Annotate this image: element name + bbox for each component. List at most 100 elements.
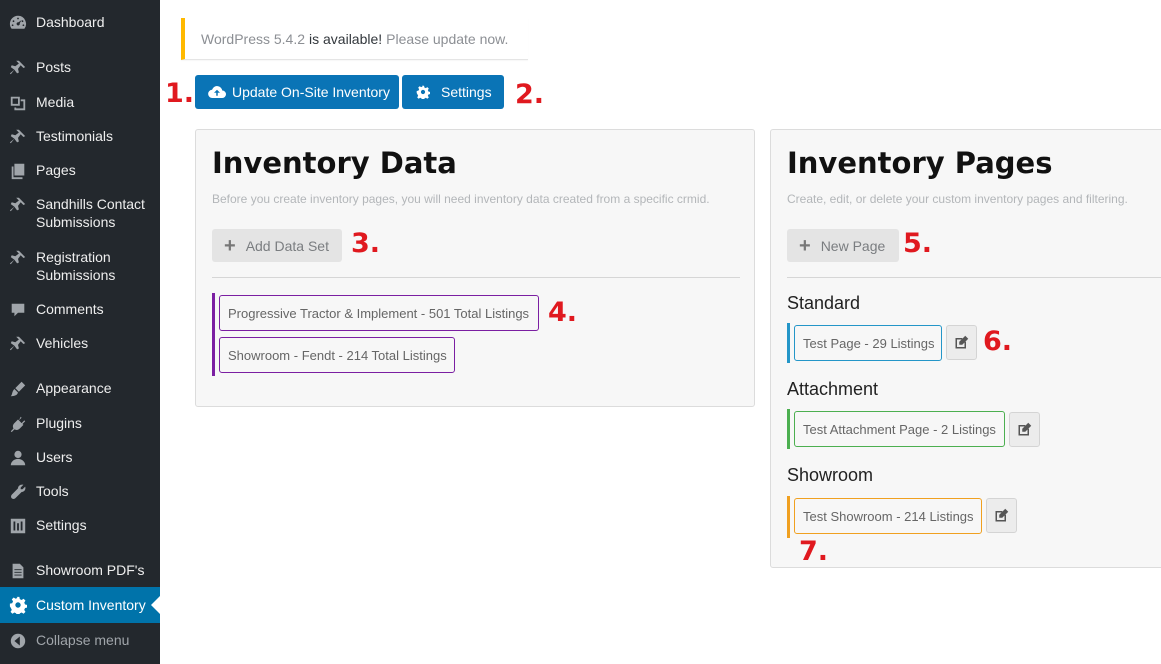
comment-icon	[0, 300, 36, 319]
plus-icon: +	[799, 234, 811, 257]
inventory-pages-description: Create, edit, or delete your custom inve…	[787, 192, 1128, 206]
sidebar-item-settings[interactable]: Settings	[0, 516, 160, 535]
sidebar-item-label: Comments	[36, 301, 104, 317]
divider	[212, 277, 740, 278]
sidebar-item-label: Sandhills Contact Submissions	[36, 196, 145, 230]
sidebar-item-label: Pages	[36, 162, 76, 178]
plus-icon: +	[224, 234, 236, 257]
sidebar-item-comments[interactable]: Comments	[0, 300, 160, 319]
inventory-data-description: Before you create inventory pages, you w…	[212, 192, 710, 206]
sidebar-item-registration[interactable]: Registration Submissions	[0, 248, 160, 284]
page-item-attachment[interactable]: Test Attachment Page - 2 Listings	[794, 411, 1005, 447]
step-marker-3: 3.	[351, 228, 381, 259]
plug-icon	[0, 414, 36, 433]
sidebar-item-appearance[interactable]: Appearance	[0, 379, 160, 398]
dataset-list-bar	[212, 293, 215, 376]
sidebar-item-label: Testimonials	[36, 128, 114, 144]
wrench-icon	[0, 482, 36, 501]
dataset-item[interactable]: Showroom - Fendt - 214 Total Listings	[219, 337, 455, 373]
sidebar-item-custom-inventory[interactable]: Custom Inventory	[0, 587, 160, 623]
page-item-standard[interactable]: Test Page - 29 Listings	[794, 325, 942, 361]
edit-page-button[interactable]	[986, 498, 1017, 533]
sidebar-item-posts[interactable]: Posts	[0, 58, 160, 77]
edit-icon	[1018, 422, 1032, 436]
sidebar-item-label: Posts	[36, 59, 72, 75]
inventory-data-title: Inventory Data	[212, 146, 457, 180]
brush-icon	[0, 379, 36, 398]
edit-page-button[interactable]	[1009, 412, 1040, 447]
sidebar-item-label: Custom Inventory	[36, 597, 146, 613]
update-notice: WordPress 5.4.2 is available! Please upd…	[181, 18, 528, 60]
cloud-upload-icon	[208, 86, 226, 99]
sidebar-item-label: Vehicles	[36, 335, 89, 351]
step-marker-7: 7.	[799, 536, 829, 567]
sidebar-item-media[interactable]: Media	[0, 93, 160, 112]
step-marker-2: 2.	[515, 79, 545, 110]
pin-icon	[0, 58, 36, 77]
category-bar-showroom	[787, 496, 790, 538]
sidebar-item-plugins[interactable]: Plugins	[0, 414, 160, 433]
inventory-pages-title: Inventory Pages	[787, 146, 1053, 180]
inventory-data-panel: Inventory Data Before you create invento…	[195, 129, 755, 407]
dashboard-icon	[0, 13, 36, 32]
update-inventory-button[interactable]: Update On-Site Inventory	[195, 75, 399, 109]
sidebar-item-label: Registration Submissions	[36, 249, 116, 283]
notice-version: WordPress 5.4.2	[201, 30, 306, 47]
sidebar-item-tools[interactable]: Tools	[0, 482, 160, 501]
add-data-set-button[interactable]: + Add Data Set	[212, 229, 342, 262]
settings-button[interactable]: Settings	[402, 75, 504, 109]
edit-page-button[interactable]	[946, 325, 977, 360]
pin-icon	[0, 248, 36, 267]
sidebar-item-testimonials[interactable]: Testimonials	[0, 127, 160, 146]
step-marker-1: 1.	[165, 78, 195, 109]
pin-icon	[0, 334, 36, 353]
sidebar-item-sandhills-contact[interactable]: Sandhills Contact Submissions	[0, 195, 160, 231]
sidebar-item-label: Showroom PDF's	[36, 562, 145, 578]
add-data-set-label: Add Data Set	[245, 237, 329, 254]
collapse-menu-button[interactable]: Collapse menu	[0, 631, 160, 650]
pin-icon	[0, 127, 36, 146]
notice-text: is available!	[309, 30, 383, 47]
sidebar-item-label: Appearance	[36, 380, 112, 396]
sidebar-item-label: Users	[36, 449, 73, 465]
user-icon	[0, 448, 36, 467]
step-marker-6: 6.	[983, 326, 1013, 357]
sidebar-item-vehicles[interactable]: Vehicles	[0, 334, 160, 353]
sidebar-item-label: Media	[36, 94, 75, 110]
new-page-button[interactable]: + New Page	[787, 229, 899, 262]
sidebar-item-showroom-pdfs[interactable]: Showroom PDF's	[0, 561, 160, 580]
settings-label: Settings	[441, 84, 492, 100]
new-page-label: New Page	[820, 237, 886, 254]
admin-sidebar: Dashboard Posts Media Testimonials Pages…	[0, 0, 160, 664]
update-now-link[interactable]: Please update now.	[386, 31, 508, 47]
sidebar-item-dashboard[interactable]: Dashboard	[0, 13, 160, 32]
category-bar-standard	[787, 323, 790, 363]
gear-icon	[416, 85, 430, 99]
sidebar-item-label: Dashboard	[36, 14, 105, 30]
step-marker-5: 5.	[903, 228, 933, 259]
gear-icon	[0, 596, 36, 614]
divider	[787, 277, 1161, 278]
category-bar-attachment	[787, 409, 790, 449]
category-heading-attachment: Attachment	[787, 379, 879, 399]
collapse-icon	[0, 631, 36, 650]
sidebar-item-label: Collapse menu	[36, 632, 130, 648]
sliders-icon	[0, 516, 36, 535]
category-heading-standard: Standard	[787, 293, 861, 313]
inventory-pages-panel: Inventory Pages Create, edit, or delete …	[770, 129, 1161, 568]
step-marker-4: 4.	[548, 297, 578, 328]
dataset-item[interactable]: Progressive Tractor & Implement - 501 To…	[219, 295, 539, 331]
sidebar-item-label: Tools	[36, 483, 69, 499]
media-icon	[0, 93, 36, 112]
sidebar-item-users[interactable]: Users	[0, 448, 160, 467]
active-indicator	[151, 596, 160, 614]
edit-icon	[995, 508, 1009, 522]
page-item-showroom[interactable]: Test Showroom - 214 Listings	[794, 498, 982, 534]
pin-icon	[0, 195, 36, 214]
document-icon	[0, 561, 36, 580]
pages-icon	[0, 161, 36, 180]
update-inventory-label: Update On-Site Inventory	[232, 84, 390, 100]
sidebar-item-pages[interactable]: Pages	[0, 161, 160, 180]
sidebar-item-label: Settings	[36, 517, 87, 533]
category-heading-showroom: Showroom	[787, 465, 874, 485]
